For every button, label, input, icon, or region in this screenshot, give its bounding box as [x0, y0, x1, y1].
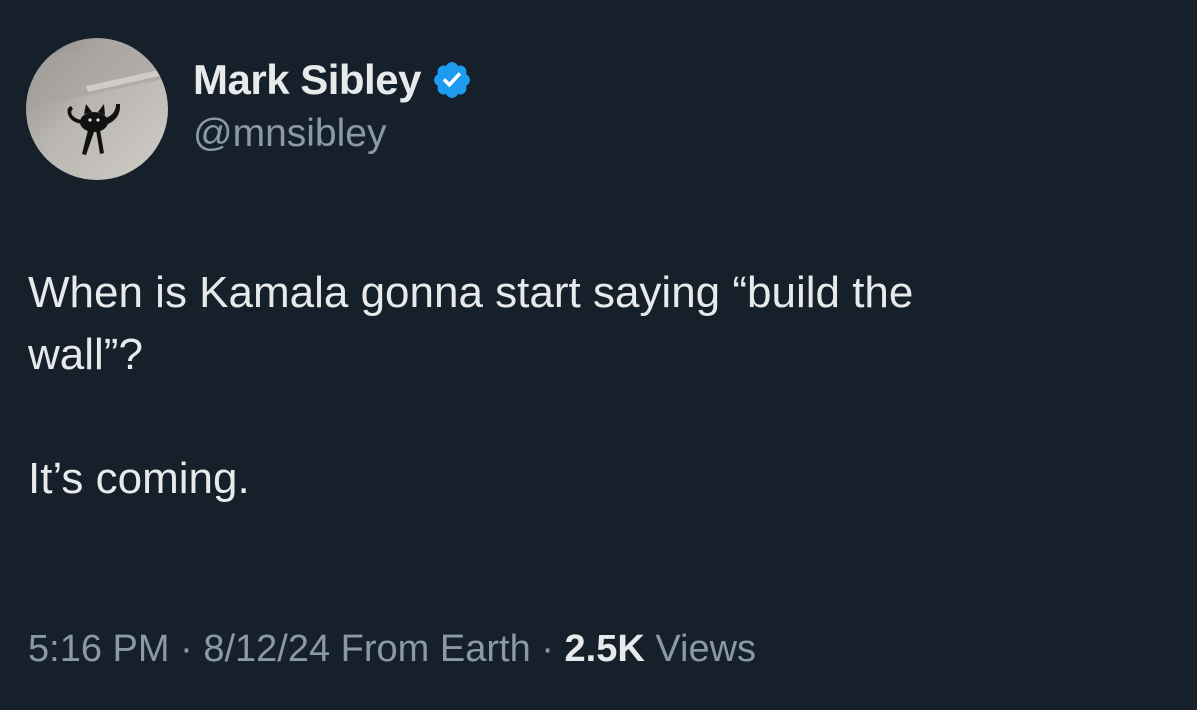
tweet-time[interactable]: 5:16 PM [28, 628, 170, 670]
tweet-card: Mark Sibley @mnsibley When is Kamala gon… [0, 0, 1197, 710]
tweet-metadata: 5:16 PM · 8/12/24 From Earth · 2.5K View… [28, 628, 756, 671]
display-name[interactable]: Mark Sibley [193, 56, 421, 104]
tweet-source: From Earth [340, 628, 531, 670]
tweet-paragraph-1: When is Kamala gonna start saying “build… [28, 262, 1158, 386]
views-count: 2.5K [564, 628, 645, 670]
tweet-paragraph-2: It’s coming. [28, 454, 250, 503]
views-label: Views [655, 628, 757, 670]
verified-badge-icon[interactable] [431, 59, 473, 101]
meta-separator: · [180, 628, 193, 670]
tweet-body: When is Kamala gonna start saying “build… [28, 262, 1158, 510]
tweet-text-line-1: When is Kamala gonna start saying “build… [28, 268, 914, 317]
black-cat-avatar-image [26, 38, 168, 180]
author-block: Mark Sibley @mnsibley [193, 52, 473, 156]
name-row: Mark Sibley [193, 52, 473, 108]
user-handle[interactable]: @mnsibley [193, 112, 473, 156]
tweet-text-line-2: wall”? [28, 330, 143, 379]
tweet-date[interactable]: 8/12/24 [203, 628, 330, 670]
avatar[interactable] [26, 38, 168, 180]
meta-separator: · [541, 628, 554, 670]
